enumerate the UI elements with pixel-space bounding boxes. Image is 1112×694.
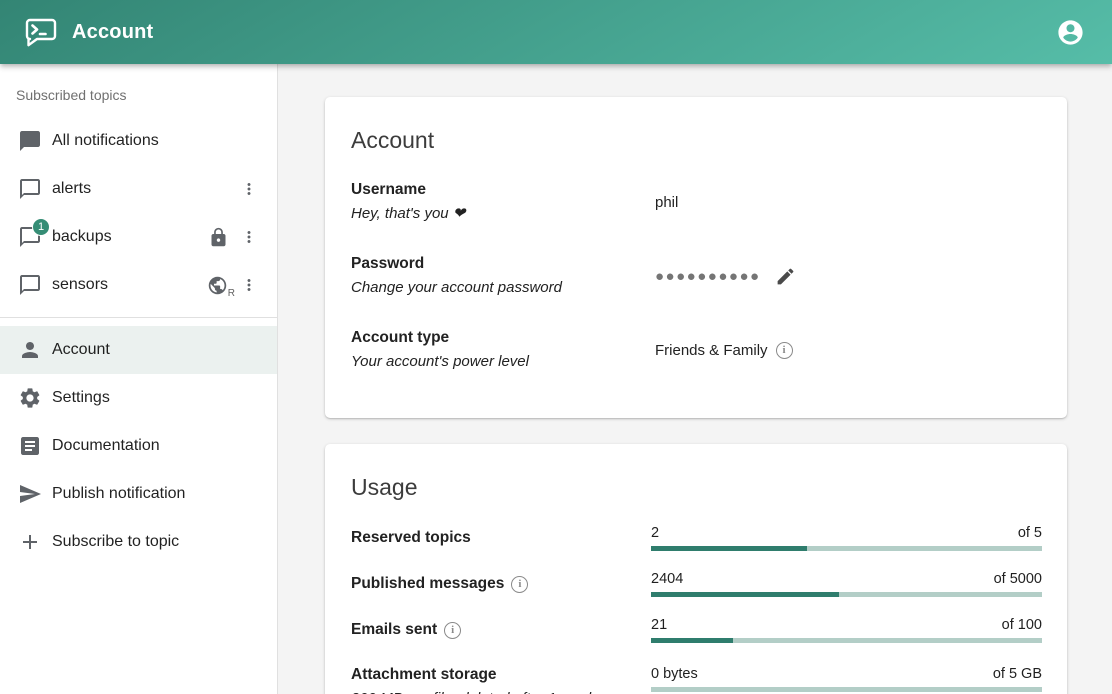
- sidebar-item-backups[interactable]: 1 backups: [0, 213, 277, 261]
- info-icon[interactable]: i: [511, 576, 528, 593]
- emails-sent-label: Emails sent i: [351, 618, 651, 642]
- chat-bubble-outline-icon: 1: [18, 225, 42, 249]
- app-bar: Account: [0, 0, 1112, 64]
- password-value-block: ●●●●●●●●●●: [655, 263, 1042, 289]
- attachment-storage-sublabel: 200 MB per file, deleted after 1 week: [351, 687, 651, 694]
- page-title: Account: [72, 21, 1050, 44]
- info-icon[interactable]: i: [444, 622, 461, 639]
- usage-value: 2404: [651, 571, 683, 587]
- sidebar-item-publish-notification[interactable]: Publish notification: [0, 470, 277, 518]
- lock-icon: [208, 227, 229, 248]
- sidebar-item-account[interactable]: Account: [0, 326, 277, 374]
- sidebar-item-label: backups: [52, 228, 208, 246]
- password-label: Password: [351, 252, 655, 276]
- send-icon: [18, 482, 42, 506]
- info-icon[interactable]: i: [776, 342, 793, 359]
- attachment-storage-label: Attachment storage: [351, 663, 651, 687]
- account-type-value: Friends & Family: [655, 342, 768, 359]
- username-label-block: Username Hey, that's you ❤: [351, 178, 655, 226]
- usage-card-title: Usage: [351, 474, 1042, 501]
- sidebar-item-subscribe-to-topic[interactable]: Subscribe to topic: [0, 518, 277, 566]
- account-type-sublabel: Your account's power level: [351, 350, 655, 374]
- published-messages-meter: 2404 of 5000: [651, 571, 1042, 597]
- emails-sent-meter: 21 of 100: [651, 617, 1042, 643]
- reserved-sub-label: R: [228, 288, 235, 299]
- account-type-label-block: Account type Your account's power level: [351, 326, 655, 374]
- password-masked-value: ●●●●●●●●●●: [655, 269, 761, 284]
- plus-icon: [18, 530, 42, 554]
- sidebar-item-label: Publish notification: [52, 485, 263, 503]
- attachment-storage-label-block: Attachment storage 200 MB per file, dele…: [351, 663, 651, 694]
- progress-fill: [651, 638, 733, 643]
- subscribed-topics-header: Subscribed topics: [0, 72, 277, 117]
- unread-count-badge: 1: [32, 218, 50, 236]
- sidebar-item-label: Account: [52, 341, 263, 359]
- published-messages-label: Published messages i: [351, 572, 651, 596]
- password-sublabel: Change your account password: [351, 276, 655, 300]
- usage-value: 21: [651, 617, 667, 633]
- sidebar-item-sensors[interactable]: sensors R: [0, 261, 277, 309]
- person-icon: [18, 338, 42, 362]
- usage-limit: of 5000: [994, 571, 1042, 587]
- sidebar-item-label: Subscribe to topic: [52, 533, 263, 551]
- gear-icon: [18, 386, 42, 410]
- account-card-title: Account: [351, 127, 1042, 154]
- usage-limit: of 5 GB: [993, 666, 1042, 682]
- sidebar-item-label: sensors: [52, 276, 205, 294]
- sidebar-item-label: Documentation: [52, 437, 263, 455]
- progress-bar: [651, 638, 1042, 643]
- reserved-topics-meter: 2 of 5: [651, 525, 1042, 551]
- main-content: Account Username Hey, that's you ❤ phil …: [278, 64, 1112, 694]
- sidebar-item-label: All notifications: [52, 132, 263, 150]
- username-value: phil: [655, 194, 1042, 211]
- account-type-value-block: Friends & Family i: [655, 342, 1042, 359]
- sidebar: Subscribed topics All notifications aler…: [0, 64, 278, 694]
- ntfy-logo-icon: [24, 17, 58, 48]
- account-circle-button[interactable]: [1050, 12, 1090, 52]
- sidebar-item-label: alerts: [52, 180, 235, 198]
- more-vert-icon[interactable]: [235, 175, 263, 203]
- username-sublabel: Hey, that's you ❤: [351, 202, 655, 226]
- usage-row-label: Reserved topics: [351, 526, 471, 550]
- progress-bar: [651, 687, 1042, 692]
- chat-bubble-outline-icon: [18, 177, 42, 201]
- usage-row-label: Emails sent: [351, 618, 437, 642]
- more-vert-icon[interactable]: [235, 271, 263, 299]
- sidebar-item-settings[interactable]: Settings: [0, 374, 277, 422]
- usage-value: 2: [651, 525, 659, 541]
- progress-bar: [651, 546, 1042, 551]
- usage-limit: of 100: [1002, 617, 1042, 633]
- globe-reserved-icon: R: [205, 273, 229, 297]
- usage-card: Usage Reserved topics 2 of 5 Published m…: [325, 444, 1067, 694]
- sidebar-item-documentation[interactable]: Documentation: [0, 422, 277, 470]
- sidebar-divider: [0, 317, 277, 318]
- account-type-label: Account type: [351, 326, 655, 350]
- account-card: Account Username Hey, that's you ❤ phil …: [325, 97, 1067, 418]
- password-label-block: Password Change your account password: [351, 252, 655, 300]
- article-icon: [18, 434, 42, 458]
- sidebar-item-label: Settings: [52, 389, 263, 407]
- progress-fill: [651, 546, 807, 551]
- sidebar-item-all-notifications[interactable]: All notifications: [0, 117, 277, 165]
- username-label: Username: [351, 178, 655, 202]
- progress-bar: [651, 592, 1042, 597]
- pencil-icon[interactable]: [773, 263, 799, 289]
- chat-bubble-filled-icon: [18, 129, 42, 153]
- sidebar-item-alerts[interactable]: alerts: [0, 165, 277, 213]
- progress-fill: [651, 592, 839, 597]
- usage-value: 0 bytes: [651, 666, 698, 682]
- chat-bubble-outline-icon: [18, 273, 42, 297]
- usage-row-label: Published messages: [351, 572, 504, 596]
- reserved-topics-label: Reserved topics: [351, 526, 651, 550]
- attachment-storage-meter: 0 bytes of 5 GB: [651, 666, 1042, 692]
- usage-limit: of 5: [1018, 525, 1042, 541]
- more-vert-icon[interactable]: [235, 223, 263, 251]
